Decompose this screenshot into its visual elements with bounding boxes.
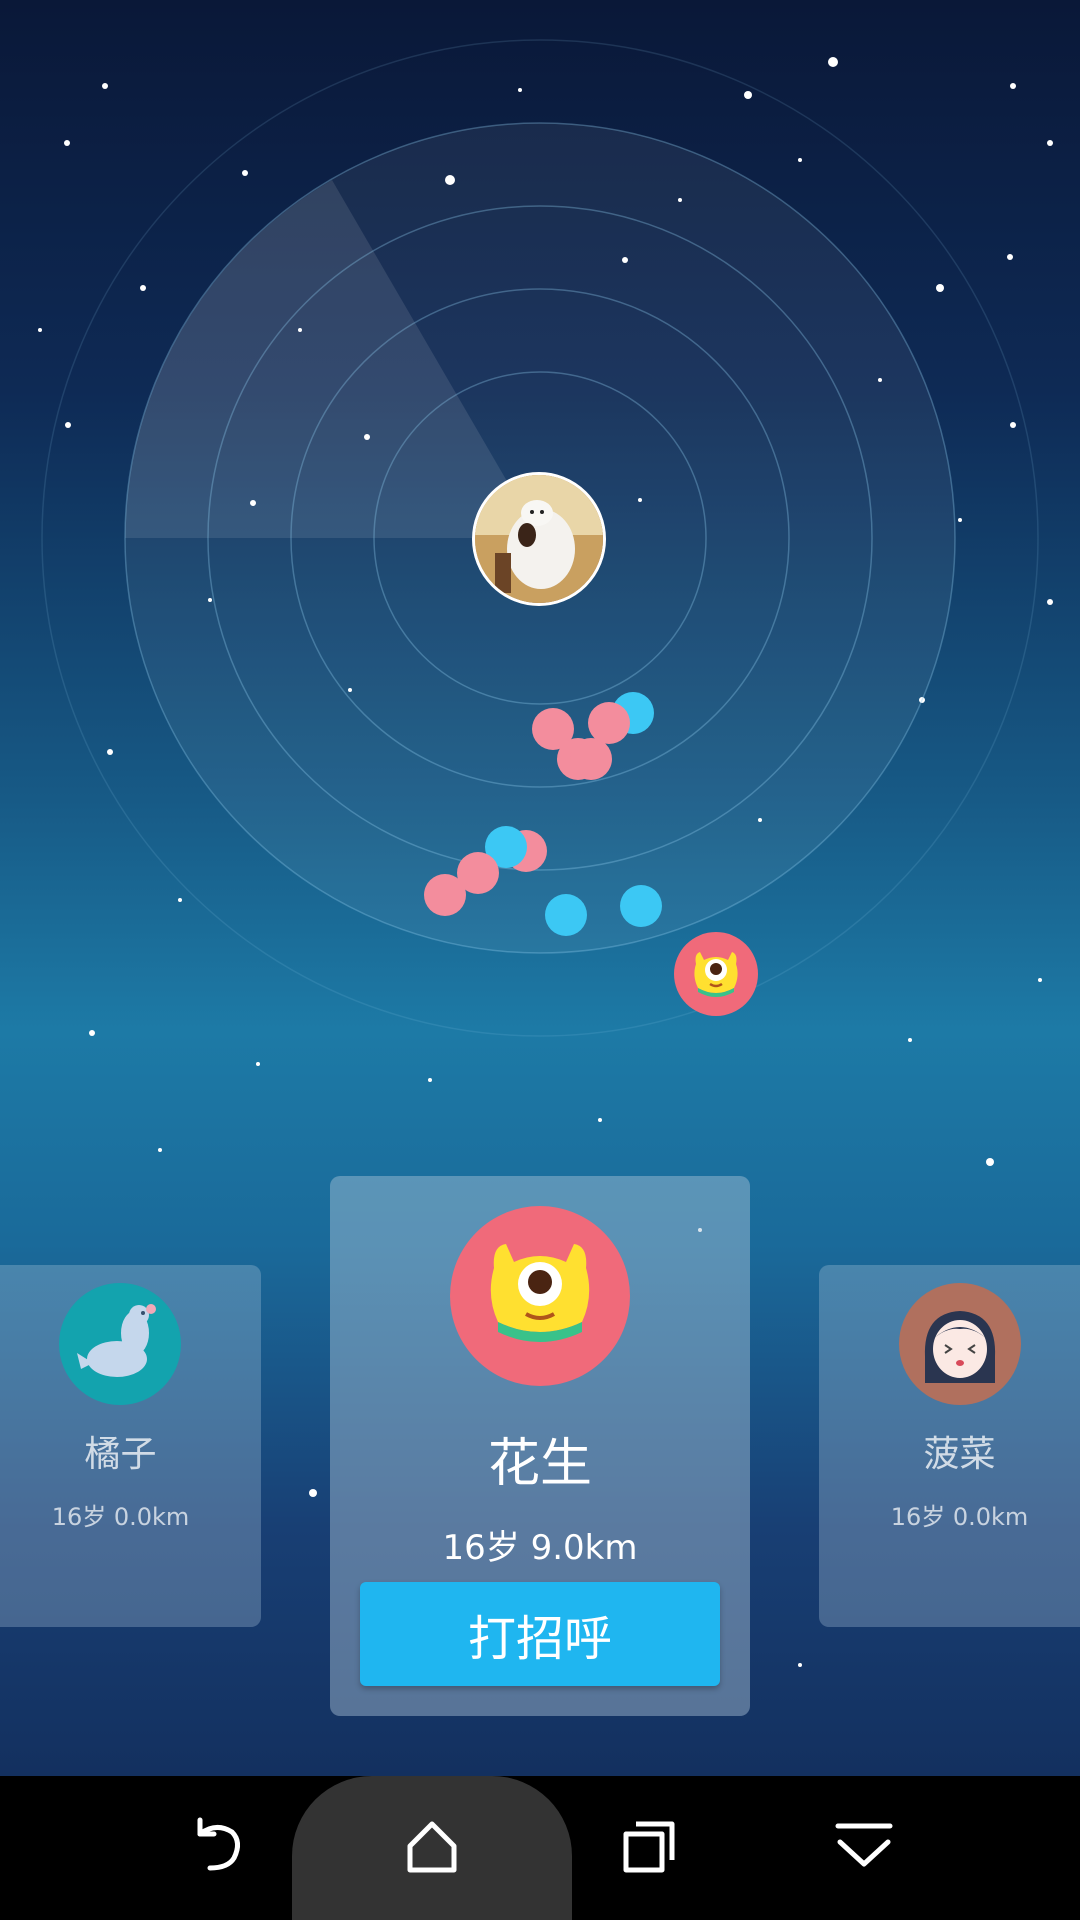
- girl-face-icon: [899, 1283, 1021, 1405]
- user-card-name: 橘子: [84, 1434, 157, 1475]
- home-icon[interactable]: [392, 1808, 472, 1888]
- radar-blip[interactable]: [570, 738, 612, 780]
- radar-blip[interactable]: [620, 885, 662, 927]
- user-card-info: 16岁 0.0km: [51, 1503, 190, 1531]
- seal-icon: [59, 1283, 181, 1405]
- back-icon[interactable]: [176, 1808, 256, 1888]
- yellow-monster-icon[interactable]: [674, 932, 758, 1016]
- user-card-info: 16岁 9.0km: [442, 1528, 638, 1568]
- user-card-info: 16岁 0.0km: [890, 1503, 1029, 1531]
- user-avatar-icon[interactable]: [472, 472, 606, 606]
- greet-button[interactable]: 打招呼: [360, 1582, 720, 1686]
- radar-blip[interactable]: [588, 702, 630, 744]
- user-card-selected[interactable]: 花生 16岁 9.0km 打招呼: [330, 1176, 750, 1716]
- user-card-right[interactable]: 菠菜 16岁 0.0km: [819, 1265, 1080, 1627]
- radar-blip[interactable]: [424, 874, 466, 916]
- collapse-icon[interactable]: [824, 1808, 904, 1888]
- user-card-name: 菠菜: [923, 1434, 996, 1475]
- recent-apps-icon[interactable]: [608, 1808, 688, 1888]
- user-card-left[interactable]: 橘子 16岁 0.0km: [0, 1265, 261, 1627]
- radar-blip[interactable]: [545, 894, 587, 936]
- navigation-bar: [0, 1776, 1080, 1920]
- yellow-monster-icon: [450, 1206, 630, 1386]
- user-card-name: 花生: [487, 1434, 592, 1494]
